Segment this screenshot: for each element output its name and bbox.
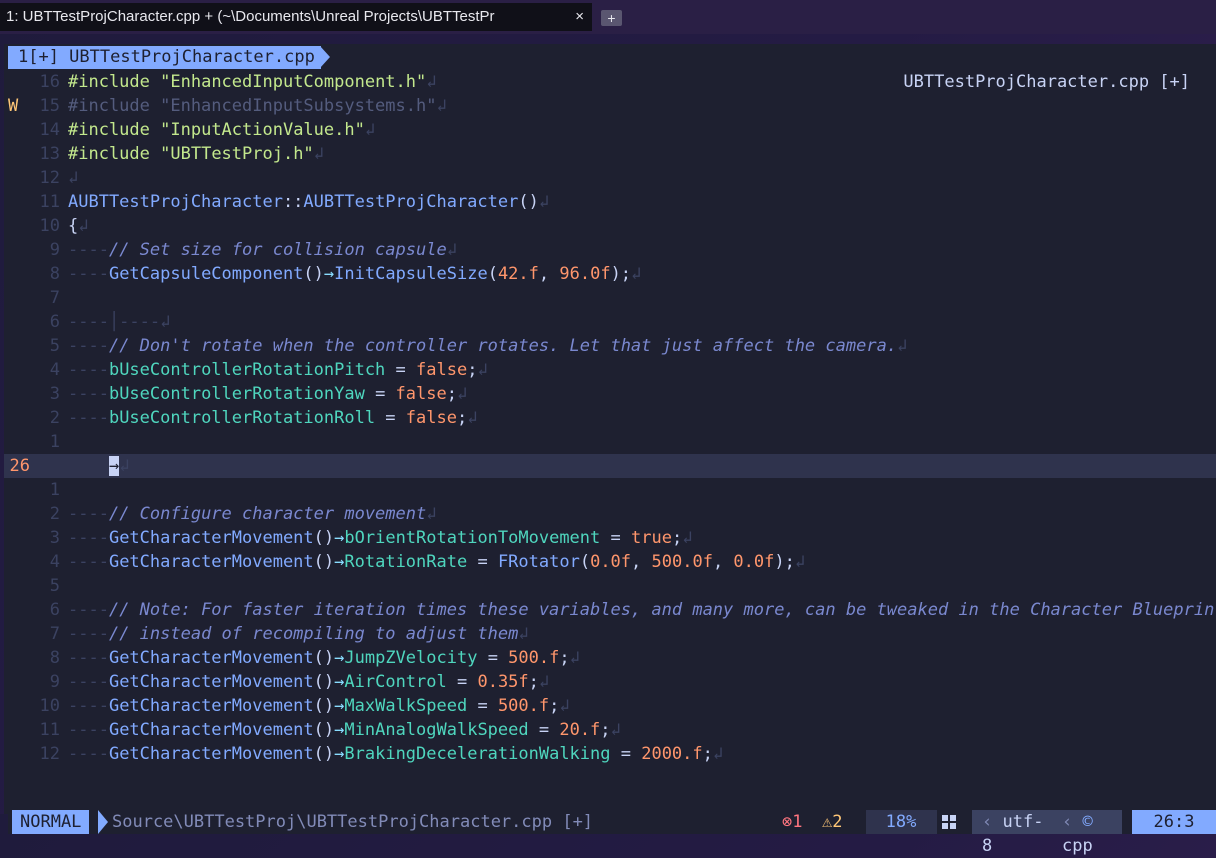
line-number: 5 [49,336,60,356]
line-number: 15 [39,96,60,116]
code-line[interactable]: 9 ----// Set size for collision capsule↲ [4,238,1216,262]
line-number: 7 [49,624,60,644]
line-number: 1 [49,432,60,452]
code-line[interactable]: 4 ----bUseControllerRotationPitch = false… [4,358,1216,382]
line-text: ↲ [68,168,79,188]
code-line[interactable]: 5 [4,574,1216,598]
code-line[interactable]: 4 ----GetCharacterMovement()→RotationRate… [4,550,1216,574]
code-line[interactable]: 3 ----bUseControllerRotationYaw = false;↲ [4,382,1216,406]
line-number: 9 [49,672,60,692]
code-line[interactable]: 11 AUBTTestProjCharacter::AUBTTestProjCha… [4,190,1216,214]
terminal-tab[interactable]: 1: UBTTestProjCharacter.cpp + (~\Documen… [0,3,592,31]
line-number: 8 [49,264,60,284]
code-line[interactable]: 10 {↲ [4,214,1216,238]
line-number: 2 [49,504,60,524]
code-line[interactable]: 12 ----GetCharacterMovement()→BrakingDece… [4,742,1216,766]
line-text: #include "EnhancedInputComponent.h"↲ [68,72,437,92]
code-line[interactable]: 2 ----bUseControllerRotationRoll = false;… [4,406,1216,430]
line-text: AUBTTestProjCharacter::AUBTTestProjChara… [68,192,550,212]
line-text: ----GetCapsuleComponent()→InitCapsuleSiz… [68,264,642,284]
code-line[interactable]: 13 #include "UBTTestProj.h"↲ [4,142,1216,166]
line-text: ----bUseControllerRotationYaw = false;↲ [68,384,468,404]
code-line[interactable]: 1 [4,478,1216,502]
line-number: 2 [49,408,60,428]
line-text: ----bUseControllerRotationPitch = false;… [68,360,488,380]
new-tab-button[interactable]: + [601,10,622,26]
line-number: 12 [39,168,60,188]
line-text: #include "EnhancedInputSubsystems.h"↲ [68,96,447,116]
line-text: →↲ [108,456,130,476]
buffer-tab-arrow [320,46,330,68]
line-text: ----GetCharacterMovement()→RotationRate … [68,552,806,572]
terminal-tabbar: 1: UBTTestProjCharacter.cpp + (~\Documen… [0,0,1216,34]
close-tab-icon[interactable]: × [575,3,584,31]
line-number: 11 [39,720,60,740]
line-text: #include "UBTTestProj.h"↲ [68,144,324,164]
line-number: 16 [39,72,60,92]
code-line[interactable]: 8 ----GetCapsuleComponent()→InitCapsuleSi… [4,262,1216,286]
code-line[interactable]: 9 ----GetCharacterMovement()→AirControl =… [4,670,1216,694]
code-line[interactable]: 11 ----GetCharacterMovement()→MinAnalogWa… [4,718,1216,742]
code-line[interactable]: 10 ----GetCharacterMovement()→MaxWalkSpee… [4,694,1216,718]
line-text: ----// Note: For faster iteration times … [68,600,1216,620]
line-text: ----// Don't rotate when the controller … [68,336,908,356]
code-line[interactable]: 7 [4,286,1216,310]
line-number: 26 [9,456,30,476]
code-line[interactable]: W 15 #include "EnhancedInputSubsystems.h"↲ [4,94,1216,118]
code-line[interactable]: 2 ----// Configure character movement↲ [4,502,1216,526]
line-number: 13 [39,144,60,164]
line-text: ----GetCharacterMovement()→JumpZVelocity… [68,648,580,668]
code-line[interactable]: 6 ----│----↲ [4,310,1216,334]
cpp-icon: © [1082,812,1093,832]
code-line[interactable]: 5 ----// Don't rotate when the controller… [4,334,1216,358]
line-text: ----GetCharacterMovement()→BrakingDecele… [68,744,724,764]
line-text: ----│----↲ [68,312,171,332]
code-line[interactable]: 6 ----// Note: For faster iteration times… [4,598,1216,622]
line-number: 9 [49,240,60,260]
line-number: 4 [49,360,60,380]
line-number: 5 [49,576,60,596]
line-number: 8 [49,648,60,668]
line-number: 1 [49,480,60,500]
code-line[interactable]: 16 #include "EnhancedInputComponent.h"↲ [4,70,1216,94]
line-text: ----// Configure character movement↲ [68,504,437,524]
line-text: ----GetCharacterMovement()→AirControl = … [68,672,550,692]
tab-title: 1: UBTTestProjCharacter.cpp + (~\Documen… [6,8,495,25]
line-number: 10 [39,216,60,236]
line-number: 11 [39,192,60,212]
line-number: 12 [39,744,60,764]
code-line[interactable]: 12 ↲ [4,166,1216,190]
line-number: 7 [49,288,60,308]
cursor-line[interactable]: 26 →↲ [4,454,1216,478]
line-text: {↲ [68,216,89,236]
buffer-tab[interactable]: 1[+] UBTTestProjCharacter.cpp [8,46,321,69]
line-number: 14 [39,120,60,140]
line-text: ----GetCharacterMovement()→MaxWalkSpeed … [68,696,570,716]
code-line[interactable]: 8 ----GetCharacterMovement()→JumpZVelocit… [4,646,1216,670]
line-text: #include "InputActionValue.h"↲ [68,120,376,140]
code-line[interactable]: 1 [4,430,1216,454]
line-number: 4 [49,552,60,572]
editor-pane[interactable]: 1[+] UBTTestProjCharacter.cpp UBTTestPro… [4,44,1216,856]
code-line[interactable]: 14 #include "InputActionValue.h"↲ [4,118,1216,142]
line-number: 10 [39,696,60,716]
buffer-tabline: 1[+] UBTTestProjCharacter.cpp [4,46,1216,69]
line-number: 3 [49,384,60,404]
windows-icon [942,815,956,829]
line-text: ----// Set size for collision capsule↲ [68,240,457,260]
line-text: ----GetCharacterMovement()→bOrientRotati… [68,528,693,548]
line-number: 6 [49,600,60,620]
line-text: ----bUseControllerRotationRoll = false;↲ [68,408,478,428]
line-text: ----// instead of recompiling to adjust … [68,624,529,644]
code-line[interactable]: 3 ----GetCharacterMovement()→bOrientRotat… [4,526,1216,550]
line-number: 6 [49,312,60,332]
code-line[interactable]: 7 ----// instead of recompiling to adjust… [4,622,1216,646]
line-number: 3 [49,528,60,548]
line-text: ----GetCharacterMovement()→MinAnalogWalk… [68,720,621,740]
